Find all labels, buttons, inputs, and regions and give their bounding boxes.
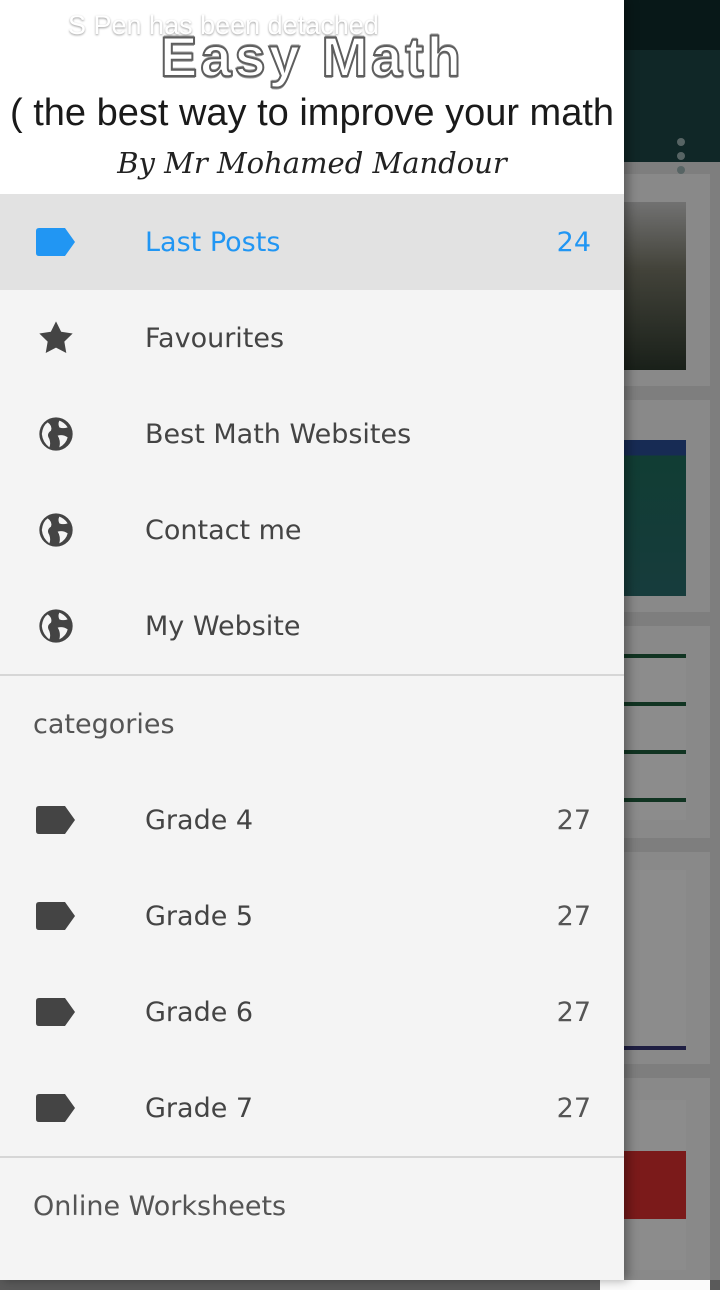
menu-item-favourites[interactable]: Favourites <box>0 290 624 386</box>
category-label: Grade 6 <box>145 996 254 1028</box>
section-header-online-worksheets: Online Worksheets <box>0 1158 624 1254</box>
menu-item-contact-me[interactable]: Contact me <box>0 482 624 578</box>
app-logo-subtitle: ( the best way to improve your math ) <box>10 92 624 134</box>
drawer-menu: Last Posts 24 Favourites Best Math Websi… <box>0 194 624 1254</box>
section-header-label: Online Worksheets <box>33 1190 287 1222</box>
category-label: Grade 5 <box>145 900 254 932</box>
category-label: Grade 4 <box>145 804 254 836</box>
category-count: 27 <box>556 996 591 1028</box>
menu-item-label: Contact me <box>145 514 302 546</box>
globe-icon <box>36 414 76 454</box>
section-header-label: categories <box>33 708 175 740</box>
category-count: 27 <box>556 900 591 932</box>
label-tag-icon <box>36 896 76 936</box>
section-header-categories: categories <box>0 676 624 772</box>
menu-item-label: Favourites <box>145 322 285 354</box>
pen-icon <box>23 13 47 37</box>
menu-item-label: My Website <box>145 610 301 642</box>
label-tag-icon <box>36 992 76 1032</box>
star-icon <box>36 318 76 358</box>
category-count: 27 <box>556 1092 591 1124</box>
navigation-drawer: Easy Math ( the best way to improve your… <box>0 0 624 1280</box>
category-label: Grade 7 <box>145 1092 254 1124</box>
menu-item-count: 24 <box>556 226 591 258</box>
menu-item-my-website[interactable]: My Website <box>0 578 624 674</box>
menu-item-label: Best Math Websites <box>145 418 412 450</box>
menu-item-best-math-websites[interactable]: Best Math Websites <box>0 386 624 482</box>
category-item-grade-5[interactable]: Grade 5 27 <box>0 868 624 964</box>
menu-item-last-posts[interactable]: Last Posts 24 <box>0 194 624 290</box>
status-notification-text: S Pen has been detached <box>68 9 379 40</box>
globe-icon <box>36 510 76 550</box>
status-bar: S Pen has been detached <box>0 0 720 50</box>
globe-icon <box>36 606 76 646</box>
category-item-grade-4[interactable]: Grade 4 27 <box>0 772 624 868</box>
label-tag-icon <box>36 800 76 840</box>
category-item-grade-6[interactable]: Grade 6 27 <box>0 964 624 1060</box>
category-item-grade-7[interactable]: Grade 7 27 <box>0 1060 624 1156</box>
menu-item-label: Last Posts <box>145 226 281 258</box>
label-tag-icon <box>36 1088 76 1128</box>
app-logo-byline: By Mr Mohamed Mandour <box>117 146 507 180</box>
category-count: 27 <box>556 804 591 836</box>
label-tag-icon <box>36 222 76 262</box>
